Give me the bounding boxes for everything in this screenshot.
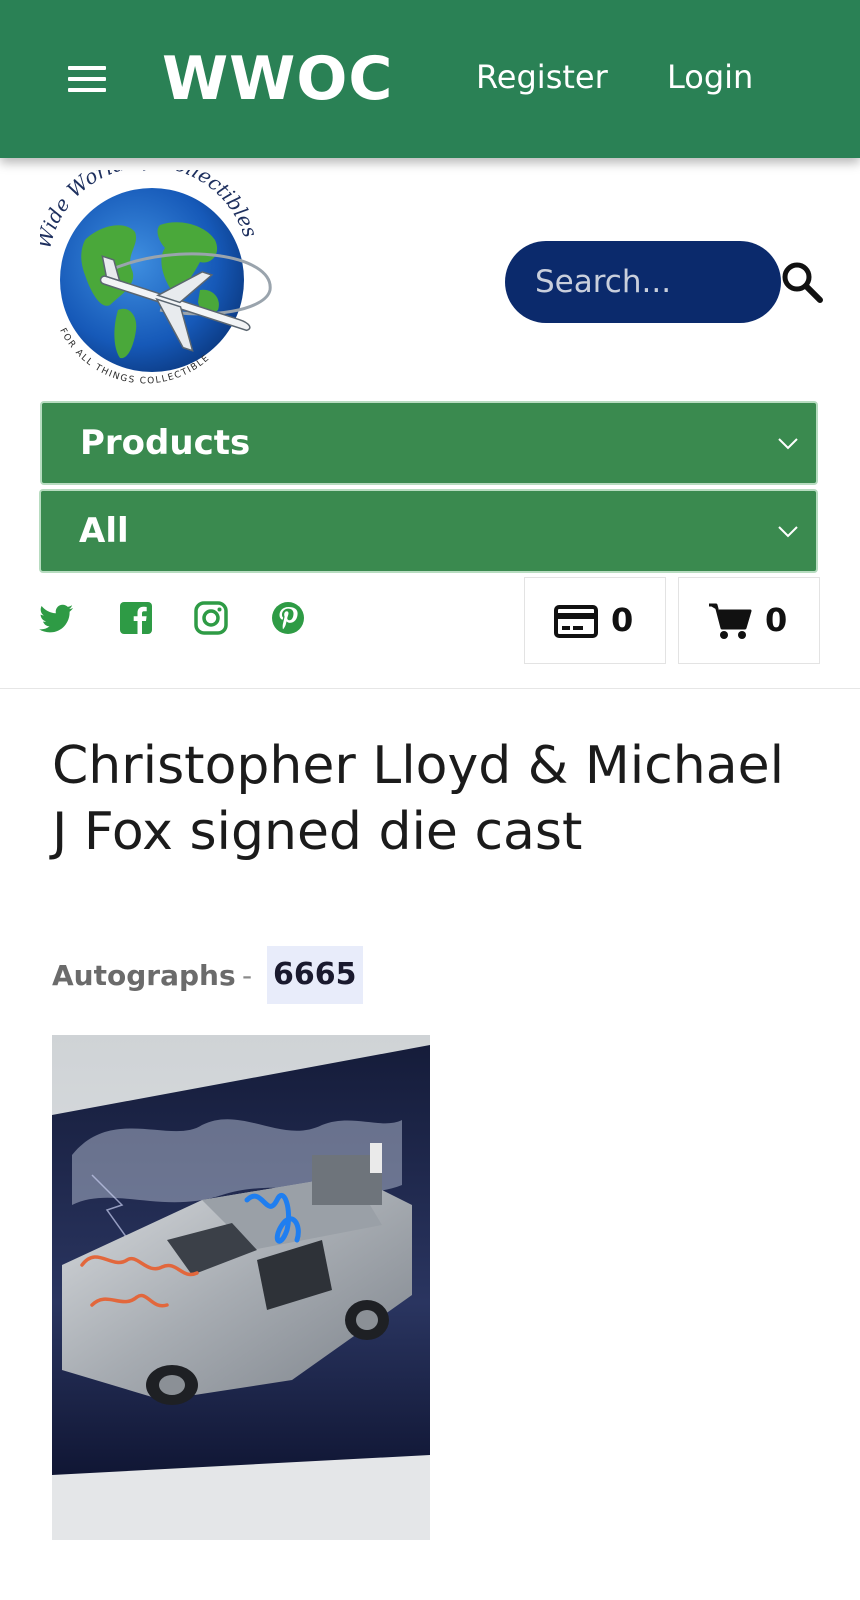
search-input[interactable] (505, 241, 781, 323)
product-title: Christopher Lloyd & Michael J Fox signed… (52, 736, 785, 862)
menu-icon[interactable] (64, 62, 106, 96)
products-dropdown-label: Products (80, 423, 251, 463)
category-dropdown-label: All (79, 511, 129, 551)
facebook-icon[interactable] (118, 600, 154, 636)
register-link[interactable]: Register (476, 54, 608, 100)
card-count: 0 (611, 601, 634, 639)
product-code: 6665 (267, 946, 363, 1004)
section-divider (0, 688, 860, 689)
cart-count: 0 (765, 601, 788, 639)
products-dropdown[interactable]: Products (40, 401, 818, 485)
pinterest-icon[interactable] (270, 600, 306, 636)
chevron-down-icon (778, 526, 798, 538)
site-logo[interactable]: Wide World of Collectibles FOR ALL THING… (40, 170, 280, 400)
product-image[interactable] (52, 1035, 430, 1540)
product-category[interactable]: Autographs (52, 958, 236, 994)
shopping-cart-icon (709, 603, 752, 639)
meta-separator: - (242, 959, 253, 992)
login-link[interactable]: Login (667, 54, 753, 100)
card-counter[interactable]: 0 (524, 577, 666, 664)
search-icon[interactable] (780, 260, 824, 304)
top-navbar: WWOC Register Login (0, 0, 860, 158)
category-dropdown[interactable]: All (39, 489, 818, 573)
brand-title[interactable]: WWOC (162, 40, 393, 118)
chevron-down-icon (778, 438, 798, 450)
instagram-icon[interactable] (193, 600, 229, 636)
twitter-icon[interactable] (39, 600, 75, 636)
cart-counter[interactable]: 0 (678, 577, 820, 664)
credit-card-icon (554, 605, 598, 638)
